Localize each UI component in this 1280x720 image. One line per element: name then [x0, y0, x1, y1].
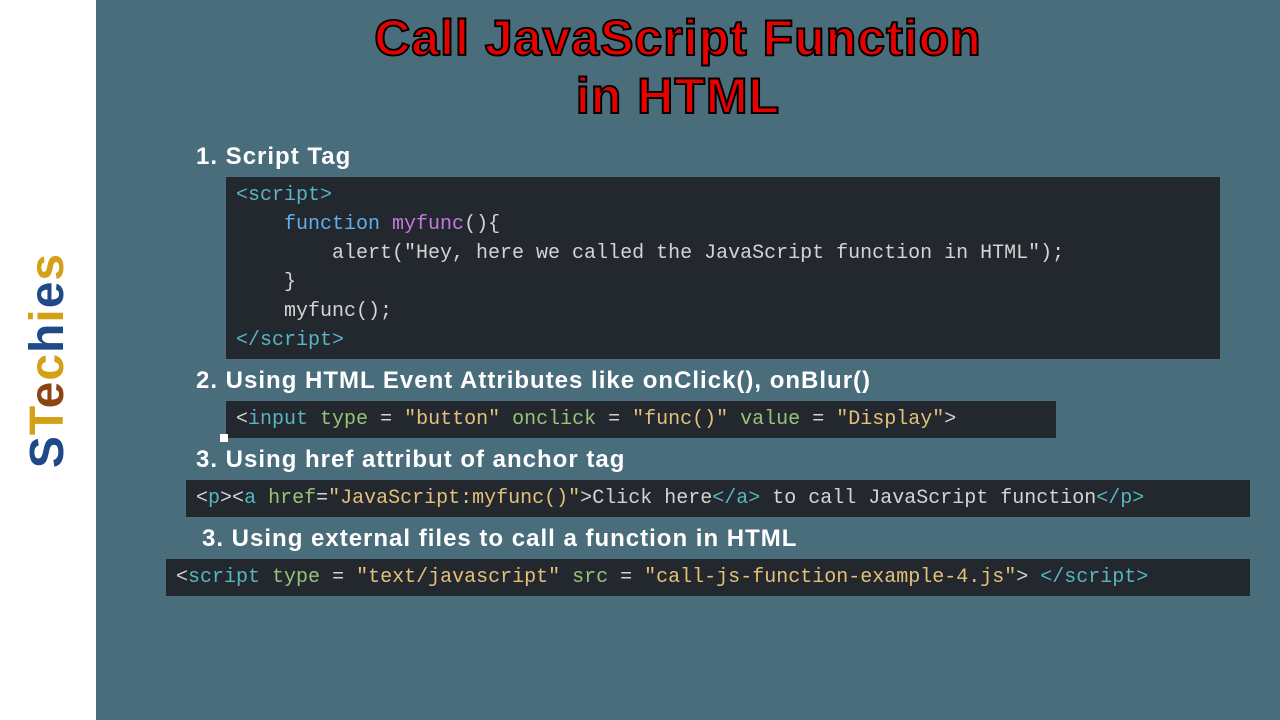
code-block-1: <script> function myfunc(){ alert("Hey, …: [226, 177, 1220, 359]
code-token: "call-js-function-example-4.js": [644, 566, 1016, 589]
code-token: function: [284, 213, 380, 236]
code-token: </script>: [1040, 566, 1148, 589]
main-content: Call JavaScript Function in HTML 1. Scri…: [96, 0, 1280, 720]
code-token: myfunc();: [236, 300, 392, 323]
heading-event-attributes: 2. Using HTML Event Attributes like onCl…: [196, 367, 1250, 395]
code-token: <: [232, 487, 244, 510]
code-token: =: [368, 408, 404, 431]
code-token: type: [320, 408, 368, 431]
code-token: (){: [464, 213, 500, 236]
code-token: [500, 408, 512, 431]
code-token: }: [236, 271, 296, 294]
code-token: =: [800, 408, 836, 431]
code-token: "text/javascript": [356, 566, 560, 589]
code-token: >: [944, 408, 956, 431]
code-token: type: [272, 566, 320, 589]
title-line-1: Call JavaScript Function: [374, 10, 981, 66]
code-token: [560, 566, 572, 589]
code-token: a: [244, 487, 256, 510]
heading-external-files: 3. Using external files to call a functi…: [202, 525, 1250, 553]
code-token: href: [268, 487, 316, 510]
code-token: [260, 566, 272, 589]
code-token: to call JavaScript function: [760, 487, 1096, 510]
code-token: [1028, 566, 1040, 589]
code-block-2: <input type = "button" onclick = "func()…: [226, 401, 1056, 438]
sidebar: STechies: [0, 0, 96, 720]
page-title: Call JavaScript Function in HTML: [106, 10, 1250, 125]
logo-stechies: STechies: [21, 252, 76, 467]
code-token: myfunc: [392, 213, 464, 236]
code-token: "JavaScript:myfunc()": [328, 487, 580, 510]
heading-script-tag: 1. Script Tag: [196, 143, 1250, 171]
code-token: Click here: [592, 487, 712, 510]
logo-letter: h: [22, 322, 75, 352]
code-token: <: [236, 408, 248, 431]
code-token: p: [208, 487, 220, 510]
code-token: onclick: [512, 408, 596, 431]
code-token: alert("Hey, here we called the JavaScrip…: [236, 242, 1064, 265]
caret-mark: [220, 434, 228, 442]
heading-href-anchor: 3. Using href attribut of anchor tag: [196, 446, 1250, 474]
code-token: value: [740, 408, 800, 431]
logo-letter: T: [22, 408, 75, 435]
code-token: "button": [404, 408, 500, 431]
code-token: >: [580, 487, 592, 510]
logo-letter: e: [22, 380, 75, 408]
code-token: "Display": [836, 408, 944, 431]
code-token: >: [220, 487, 232, 510]
logo-letter: S: [22, 435, 75, 468]
code-token: </script>: [236, 329, 344, 352]
code-token: =: [320, 566, 356, 589]
code-block-4: <script type = "text/javascript" src = "…: [166, 559, 1250, 596]
code-token: =: [596, 408, 632, 431]
logo-letter: s: [22, 252, 75, 280]
logo-letter: e: [22, 280, 75, 308]
logo-letter: i: [22, 308, 75, 322]
code-token: input: [248, 408, 308, 431]
code-token: </a>: [712, 487, 760, 510]
code-token: [728, 408, 740, 431]
code-token: <: [176, 566, 188, 589]
code-token: >: [1016, 566, 1028, 589]
code-token: </p>: [1096, 487, 1144, 510]
title-line-2: in HTML: [576, 68, 780, 124]
code-block-3: <p><a href="JavaScript:myfunc()">Click h…: [186, 480, 1250, 517]
code-token: [256, 487, 268, 510]
code-token: script: [188, 566, 260, 589]
code-token: =: [608, 566, 644, 589]
code-token: [308, 408, 320, 431]
code-token: src: [572, 566, 608, 589]
code-token: <: [196, 487, 208, 510]
code-token: =: [316, 487, 328, 510]
logo-letter: c: [22, 352, 75, 380]
code-token: <script>: [236, 184, 332, 207]
code-token: "func()": [632, 408, 728, 431]
